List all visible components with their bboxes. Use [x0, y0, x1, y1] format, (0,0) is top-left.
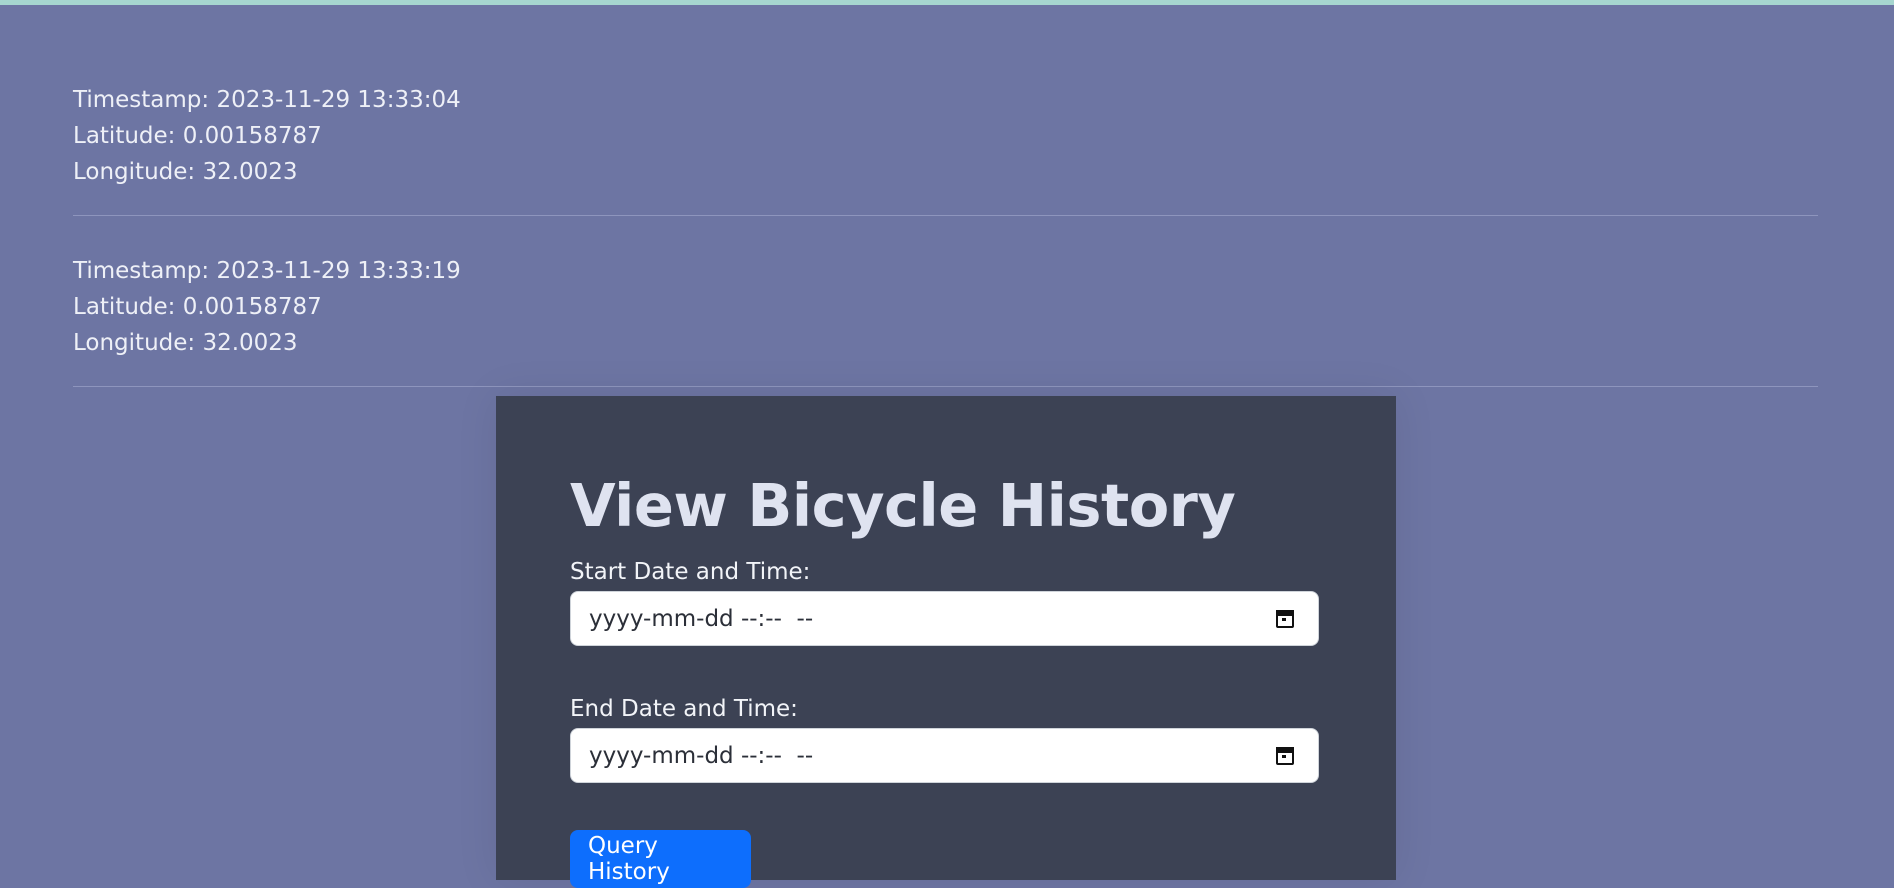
end-datetime-input[interactable]: yyyy-mm-dd --:-- --	[570, 728, 1319, 783]
top-accent-strip	[0, 0, 1894, 5]
start-datetime-placeholder: yyyy-mm-dd --:-- --	[589, 605, 814, 632]
record-latitude: Latitude: 0.00158787	[73, 294, 322, 320]
calendar-icon[interactable]	[1276, 609, 1294, 628]
location-record: Timestamp: 2023-11-29 13:33:19 Latitude:…	[73, 253, 1818, 387]
end-datetime-label: End Date and Time:	[570, 696, 798, 722]
location-record: Timestamp: 2023-11-29 13:33:04 Latitude:…	[73, 82, 1818, 216]
start-datetime-input[interactable]: yyyy-mm-dd --:-- --	[570, 591, 1319, 646]
record-longitude: Longitude: 32.0023	[73, 159, 298, 185]
page-title: View Bicycle History	[570, 471, 1236, 540]
record-longitude: Longitude: 32.0023	[73, 330, 298, 356]
record-latitude: Latitude: 0.00158787	[73, 123, 322, 149]
location-records-list: Timestamp: 2023-11-29 13:33:04 Latitude:…	[73, 82, 1818, 424]
query-history-button[interactable]: Query History	[570, 830, 751, 888]
start-datetime-label: Start Date and Time:	[570, 559, 811, 585]
end-datetime-placeholder: yyyy-mm-dd --:-- --	[589, 742, 814, 769]
record-timestamp: Timestamp: 2023-11-29 13:33:19	[73, 258, 461, 284]
calendar-icon[interactable]	[1276, 746, 1294, 765]
history-query-card: View Bicycle History Start Date and Time…	[496, 396, 1396, 888]
record-timestamp: Timestamp: 2023-11-29 13:33:04	[73, 87, 461, 113]
